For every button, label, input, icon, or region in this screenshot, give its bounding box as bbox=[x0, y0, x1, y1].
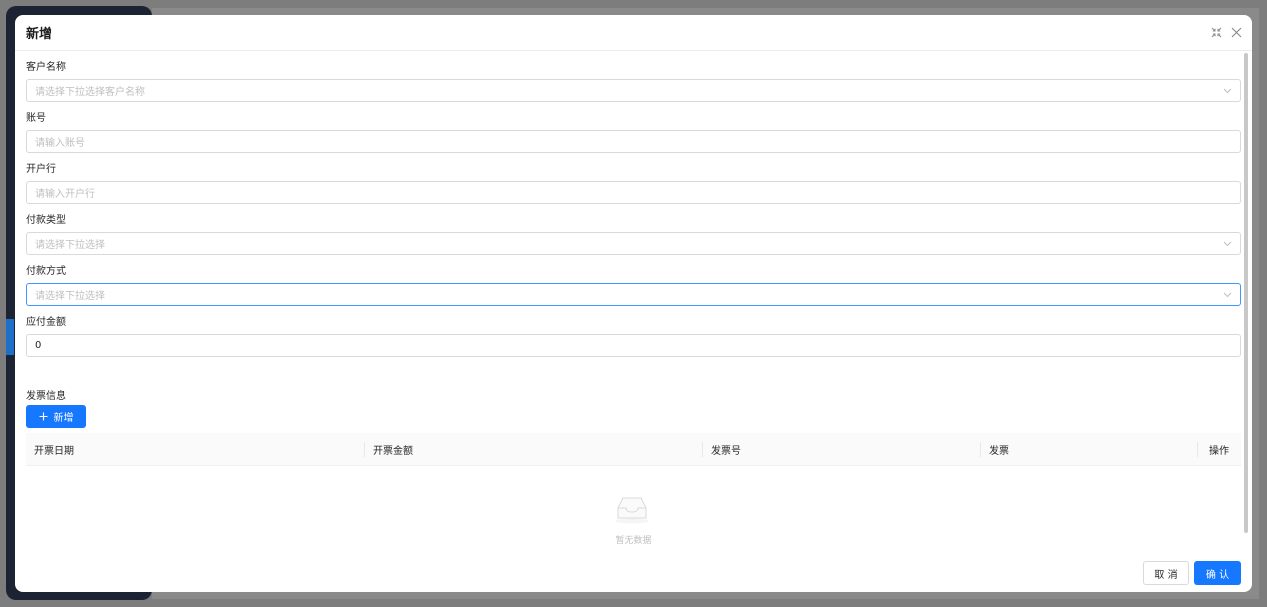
add-modal: 新增 客户名称 请选择下拉选择客户名称 账号 请输入账号 开户行 请输入开户行 … bbox=[15, 15, 1252, 592]
column-header-actions: 操作 bbox=[1209, 446, 1229, 457]
payment-method-placeholder: 请选择下拉选择 bbox=[35, 291, 105, 302]
account-input[interactable]: 请输入账号 bbox=[26, 130, 1241, 153]
payment-method-field: 付款方式 请选择下拉选择 bbox=[26, 255, 1241, 306]
modal-footer: 取 消 确 认 bbox=[15, 554, 1252, 592]
column-header-invoice-number: 发票号 bbox=[711, 446, 741, 457]
account-label: 账号 bbox=[26, 113, 46, 124]
chevron-down-icon bbox=[1223, 292, 1232, 298]
bank-input[interactable]: 请输入开户行 bbox=[26, 181, 1241, 204]
table-header: 开票日期 开票金额 发票号 发票 操作 bbox=[26, 433, 1241, 466]
column-separator bbox=[1197, 442, 1198, 457]
customer-field: 客户名称 请选择下拉选择客户名称 bbox=[26, 51, 1241, 102]
payment-method-label: 付款方式 bbox=[26, 266, 66, 277]
modal-body: 客户名称 请选择下拉选择客户名称 账号 请输入账号 开户行 请输入开户行 付款类… bbox=[15, 51, 1252, 554]
amount-field: 应付金额 0 bbox=[26, 306, 1241, 357]
background-active-marker bbox=[6, 319, 14, 355]
column-separator bbox=[980, 442, 981, 457]
empty-inbox-icon bbox=[615, 497, 649, 524]
account-placeholder: 请输入账号 bbox=[35, 138, 85, 149]
column-header-invoice-amount: 开票金额 bbox=[373, 446, 413, 457]
invoice-section-label: 发票信息 bbox=[26, 391, 66, 402]
payment-type-field: 付款类型 请选择下拉选择 bbox=[26, 204, 1241, 255]
customer-label: 客户名称 bbox=[26, 62, 66, 73]
amount-value: 0 bbox=[35, 340, 42, 351]
modal-header: 新增 bbox=[15, 15, 1252, 51]
close-icon[interactable] bbox=[1230, 27, 1242, 39]
column-separator bbox=[702, 442, 703, 457]
confirm-button[interactable]: 确 认 bbox=[1194, 561, 1241, 585]
plus-icon bbox=[39, 412, 47, 421]
payment-type-select[interactable]: 请选择下拉选择 bbox=[26, 232, 1241, 255]
table-empty-state: 暂无数据 bbox=[26, 466, 1241, 554]
bank-placeholder: 请输入开户行 bbox=[35, 189, 95, 200]
customer-select[interactable]: 请选择下拉选择客户名称 bbox=[26, 79, 1241, 102]
invoice-table: 开票日期 开票金额 发票号 发票 操作 暂无数据 bbox=[26, 433, 1241, 554]
add-invoice-button[interactable]: 新增 bbox=[26, 405, 86, 428]
column-header-invoice-date: 开票日期 bbox=[34, 446, 74, 457]
customer-placeholder: 请选择下拉选择客户名称 bbox=[35, 87, 145, 98]
chevron-down-icon bbox=[1223, 241, 1232, 247]
amount-label: 应付金额 bbox=[26, 317, 66, 328]
column-header-invoice: 发票 bbox=[989, 446, 1009, 457]
amount-input[interactable]: 0 bbox=[26, 334, 1241, 357]
column-separator bbox=[364, 442, 365, 457]
empty-text: 暂无数据 bbox=[615, 536, 652, 546]
payment-type-placeholder: 请选择下拉选择 bbox=[35, 240, 105, 251]
modal-scrollbar[interactable] bbox=[1244, 53, 1248, 533]
add-invoice-label: 新增 bbox=[53, 413, 74, 424]
modal-title: 新增 bbox=[26, 27, 53, 42]
payment-type-label: 付款类型 bbox=[26, 215, 66, 226]
payment-method-select[interactable]: 请选择下拉选择 bbox=[26, 283, 1241, 306]
account-field: 账号 请输入账号 bbox=[26, 102, 1241, 153]
chevron-down-icon bbox=[1223, 88, 1232, 94]
collapse-arrows-icon[interactable] bbox=[1210, 27, 1222, 39]
bank-field: 开户行 请输入开户行 bbox=[26, 153, 1241, 204]
cancel-button[interactable]: 取 消 bbox=[1143, 561, 1189, 585]
bank-label: 开户行 bbox=[26, 164, 56, 175]
